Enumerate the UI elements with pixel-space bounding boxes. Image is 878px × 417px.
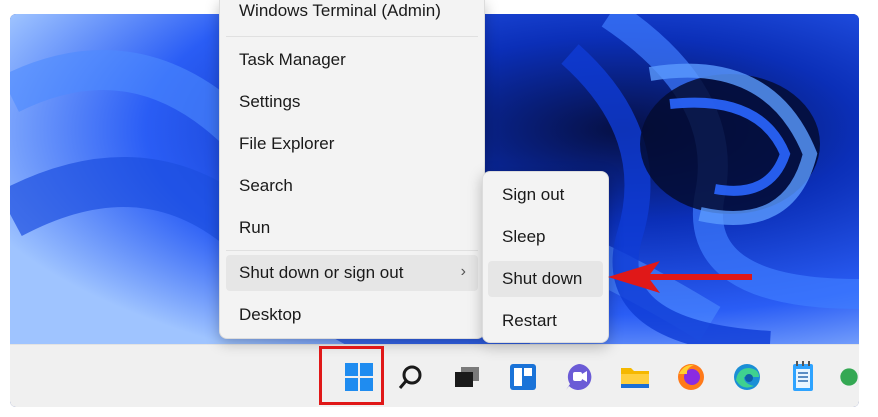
menu-separator [226, 36, 478, 37]
submenu-item-label: Sleep [502, 227, 546, 246]
menu-item-label: Search [239, 176, 293, 195]
menu-item-search[interactable]: Search [226, 168, 478, 204]
menu-item-windows-terminal-admin[interactable]: Windows Terminal (Admin) [226, 0, 478, 26]
menu-item-label: Shut down or sign out [239, 263, 404, 282]
menu-item-label: Desktop [239, 305, 302, 324]
chrome-icon[interactable] [839, 357, 859, 397]
taskbar [10, 344, 859, 407]
menu-item-label: Task Manager [239, 50, 346, 69]
submenu-item-label: Restart [502, 311, 557, 330]
notepad-icon[interactable] [783, 357, 823, 397]
menu-item-file-explorer[interactable]: File Explorer [226, 126, 478, 162]
submenu-item-label: Sign out [502, 185, 565, 204]
menu-item-label: Settings [239, 92, 301, 111]
winx-context-menu: Windows Terminal (Admin) Task Manager Se… [219, 0, 485, 339]
menu-item-label: Run [239, 218, 271, 237]
task-view-icon[interactable] [447, 357, 487, 397]
file-explorer-icon[interactable] [615, 357, 655, 397]
edge-icon[interactable] [727, 357, 767, 397]
submenu-item-shut-down[interactable]: Shut down [488, 261, 603, 297]
menu-item-settings[interactable]: Settings [226, 84, 478, 120]
search-icon[interactable] [391, 357, 431, 397]
menu-separator [226, 250, 478, 251]
submenu-item-label: Shut down [502, 269, 583, 288]
shutdown-submenu: Sign out Sleep Shut down Restart [482, 171, 609, 343]
menu-item-label: File Explorer [239, 134, 335, 153]
widgets-icon[interactable] [503, 357, 543, 397]
menu-item-shut-down-or-sign-out[interactable]: Shut down or sign out › [226, 255, 478, 291]
chevron-right-icon: › [460, 263, 466, 280]
menu-item-task-manager[interactable]: Task Manager [226, 42, 478, 78]
menu-item-run[interactable]: Run [226, 210, 478, 246]
submenu-item-sign-out[interactable]: Sign out [488, 177, 603, 213]
chat-icon[interactable] [559, 357, 599, 397]
menu-item-label: Windows Terminal (Admin) [239, 1, 441, 20]
red-arrow-annotation [608, 261, 752, 293]
submenu-item-sleep[interactable]: Sleep [488, 219, 603, 255]
firefox-icon[interactable] [671, 357, 711, 397]
start-button-highlight [319, 346, 384, 405]
menu-item-desktop[interactable]: Desktop [226, 297, 478, 333]
submenu-item-restart[interactable]: Restart [488, 303, 603, 339]
